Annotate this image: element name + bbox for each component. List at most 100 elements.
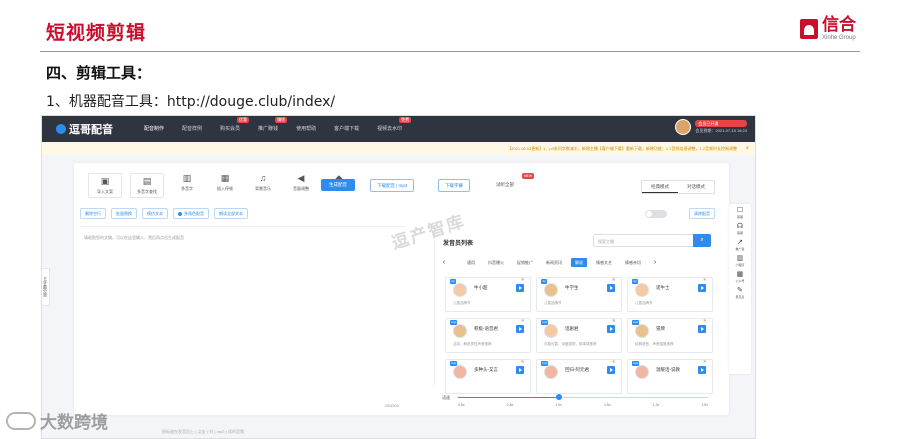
tab-general[interactable]: 通用: [463, 258, 479, 267]
speed-tick: 1.5x: [604, 403, 611, 407]
tab-warm[interactable]: 情感亲切: [621, 258, 645, 267]
watermark-text: 大数跨境: [40, 413, 108, 433]
tab-emotional[interactable]: 情感文艺: [592, 258, 616, 267]
nav-item-membership[interactable]: 购买会员 优惠: [211, 116, 250, 142]
tab-dialogue[interactable]: 对话模式: [678, 181, 714, 193]
volume-button[interactable]: ◀ 音量调整: [286, 173, 316, 198]
batch-replace-button[interactable]: 批量替换: [111, 208, 137, 219]
star-icon[interactable]: ★: [703, 318, 707, 324]
voice-card[interactable]: svip 回归-阿元君 ★: [536, 359, 622, 394]
close-icon[interactable]: ×: [745, 146, 749, 152]
nav-item-dubbing[interactable]: 配音制作: [135, 116, 173, 142]
trial-button[interactable]: 试听全部: [496, 179, 514, 191]
chevron-left-icon[interactable]: ‹: [439, 259, 449, 266]
play-icon[interactable]: [516, 284, 524, 292]
nav-badge: 优惠: [237, 117, 250, 123]
avatar[interactable]: [675, 119, 692, 135]
speed-knob[interactable]: [555, 394, 562, 400]
play-icon[interactable]: [516, 325, 524, 333]
text-editor[interactable]: 请粘贴您的文稿，可以在这里输入，然后再点击生成配音 25/4500: [80, 226, 405, 411]
nav-item-samples[interactable]: 配音样例: [173, 116, 211, 142]
play-icon[interactable]: [607, 366, 615, 374]
play-icon[interactable]: [698, 284, 706, 292]
side-item-headset[interactable]: ☊ 客服: [737, 223, 743, 235]
toggle-switch[interactable]: [645, 210, 667, 218]
star-icon[interactable]: ★: [521, 318, 525, 324]
side-item-feedback[interactable]: ✎ 意见反: [735, 287, 744, 299]
voice-card[interactable]: svip 话剧君 沉稳可靠，深度感悟，故事强推荐 ★: [536, 318, 622, 353]
workspace: ▣ 导入文案 ▤ 多音字查找 ▥ 多音字 ▦ 插入停顿 ♫ 背景音乐 ◀ 音量调…: [74, 163, 729, 415]
play-icon[interactable]: [607, 284, 615, 292]
import-text-button[interactable]: ▣ 导入文案: [88, 173, 122, 198]
play-icon[interactable]: [698, 366, 706, 374]
voice-card[interactable]: vip 牛学生 儿童品牌节 ★: [536, 277, 622, 312]
tab-narration[interactable]: 解说: [571, 258, 587, 267]
star-icon[interactable]: ★: [521, 359, 525, 365]
polyphone-button[interactable]: ▥ 多音字: [172, 173, 202, 198]
read-all-button[interactable]: 朗读全部文本: [214, 208, 248, 219]
background-music-button[interactable]: ♫ 背景音乐: [248, 173, 278, 198]
app-logo[interactable]: 逗哥配音: [56, 121, 113, 137]
play-icon[interactable]: [607, 325, 615, 333]
speed-ticks: 0.5x 0.8x 1.0x 1.5x 1.2x 1.5x: [458, 403, 708, 407]
tab-douyin-hot[interactable]: 抖音爆火: [484, 258, 508, 267]
clear-dubbing-button[interactable]: 清除配音: [689, 208, 715, 219]
vip-badge: vip: [450, 279, 456, 284]
chevron-right-icon[interactable]: ›: [650, 259, 660, 266]
char-count: 25/4500: [384, 403, 399, 408]
speed-fill: [458, 397, 558, 398]
nav-item-download[interactable]: 客户端下载: [325, 116, 368, 142]
voice-card[interactable]: vip 牛小超 儿童品牌节 ★: [445, 277, 531, 312]
side-item-share[interactable]: ↗ 推广链: [735, 239, 744, 251]
voice-card[interactable]: svip 积极-语音君 活泼，解说男性声音推荐 ★: [445, 318, 531, 353]
search-icon[interactable]: ⌕: [693, 234, 711, 247]
main-nav: 配音制作 配音样例 购买会员 优惠 推广赚钱 赚钱 使用帮助 客户端下载 视频去水印…: [135, 116, 412, 142]
editor-placeholder: 请粘贴您的文稿，可以在这里输入，然后再点击生成配音: [84, 235, 184, 240]
side-item-miniprogram[interactable]: ▥ 小程序: [735, 255, 744, 267]
star-icon[interactable]: ★: [612, 359, 616, 365]
new-badge: NEW: [522, 173, 535, 179]
nav-badge: 赚钱: [275, 117, 288, 123]
voice-search-input[interactable]: 搜索主播 ⌕: [593, 234, 711, 247]
subtitle-tab[interactable]: AI字幕分离: [42, 268, 50, 306]
side-item-official-account[interactable]: ▦ 公众号: [735, 271, 744, 283]
insert-pause-button[interactable]: ▦ 插入停顿: [210, 173, 240, 198]
voice-card[interactable]: svip 温暖话-说教 ★: [627, 359, 713, 394]
polyphone-search-button[interactable]: ▤ 多音字查找: [130, 173, 164, 198]
notice-text: 【2021.06.03更新】1、p3系列字数减半，新增主播【客户端下载】重新下载…: [507, 145, 737, 151]
music-icon: ♫: [259, 173, 267, 183]
share-icon: ↗: [737, 239, 743, 246]
speed-slider[interactable]: 语速 0.5x 0.8x 1.0x 1.5x 1.2x 1.5x: [434, 391, 721, 411]
nav-item-watermark[interactable]: 视频去水印 免费: [368, 116, 412, 142]
voice-card[interactable]: svip 多种头-又言 ★: [445, 359, 531, 394]
speed-track[interactable]: [458, 394, 708, 400]
nav-item-help[interactable]: 使用帮助: [287, 116, 325, 142]
voice-card[interactable]: vip 诺牛士 儿童品牌节 ★: [627, 277, 713, 312]
star-icon[interactable]: ★: [612, 318, 616, 324]
nav-item-referral[interactable]: 推广赚钱 赚钱: [249, 116, 288, 142]
user-area[interactable]: 会员已开通 会员到期：2021-07-15 16:23: [675, 119, 747, 135]
imitate-text-button[interactable]: 模仿文本: [142, 208, 168, 219]
vip-badge: vip: [632, 279, 638, 284]
tool-url-line: 1、机器配音工具：http://douge.club/index/: [46, 94, 336, 110]
multi-role-button[interactable]: 多角色配音: [173, 208, 209, 219]
remove-blank-lines-button[interactable]: 删除空行: [80, 208, 106, 219]
tab-news[interactable]: 新闻资讯: [542, 258, 566, 267]
star-icon[interactable]: ★: [612, 277, 616, 283]
format-select: mp3: [398, 183, 408, 188]
star-icon[interactable]: ★: [703, 277, 707, 283]
member-badge: 会员已开通: [695, 120, 747, 127]
tab-classic[interactable]: 经典模式: [642, 181, 678, 193]
generate-dubbing-button[interactable]: 生成配音: [321, 179, 355, 191]
voice-card[interactable]: svip 冒牌 经典语音，声音强度推荐 ★: [627, 318, 713, 353]
side-item-service[interactable]: ☐ 客服: [737, 207, 743, 219]
star-icon[interactable]: ★: [703, 359, 707, 365]
play-icon[interactable]: [698, 325, 706, 333]
tab-promotion[interactable]: 促销推广: [513, 258, 537, 267]
download-audio-button[interactable]: 下载配音 | mp3: [370, 179, 415, 192]
download-subtitle-button[interactable]: 下载字幕: [438, 179, 470, 192]
star-icon[interactable]: ★: [521, 277, 525, 283]
miniprogram-icon: ▥: [736, 255, 744, 262]
avatar: [544, 283, 558, 297]
play-icon[interactable]: [516, 366, 524, 374]
